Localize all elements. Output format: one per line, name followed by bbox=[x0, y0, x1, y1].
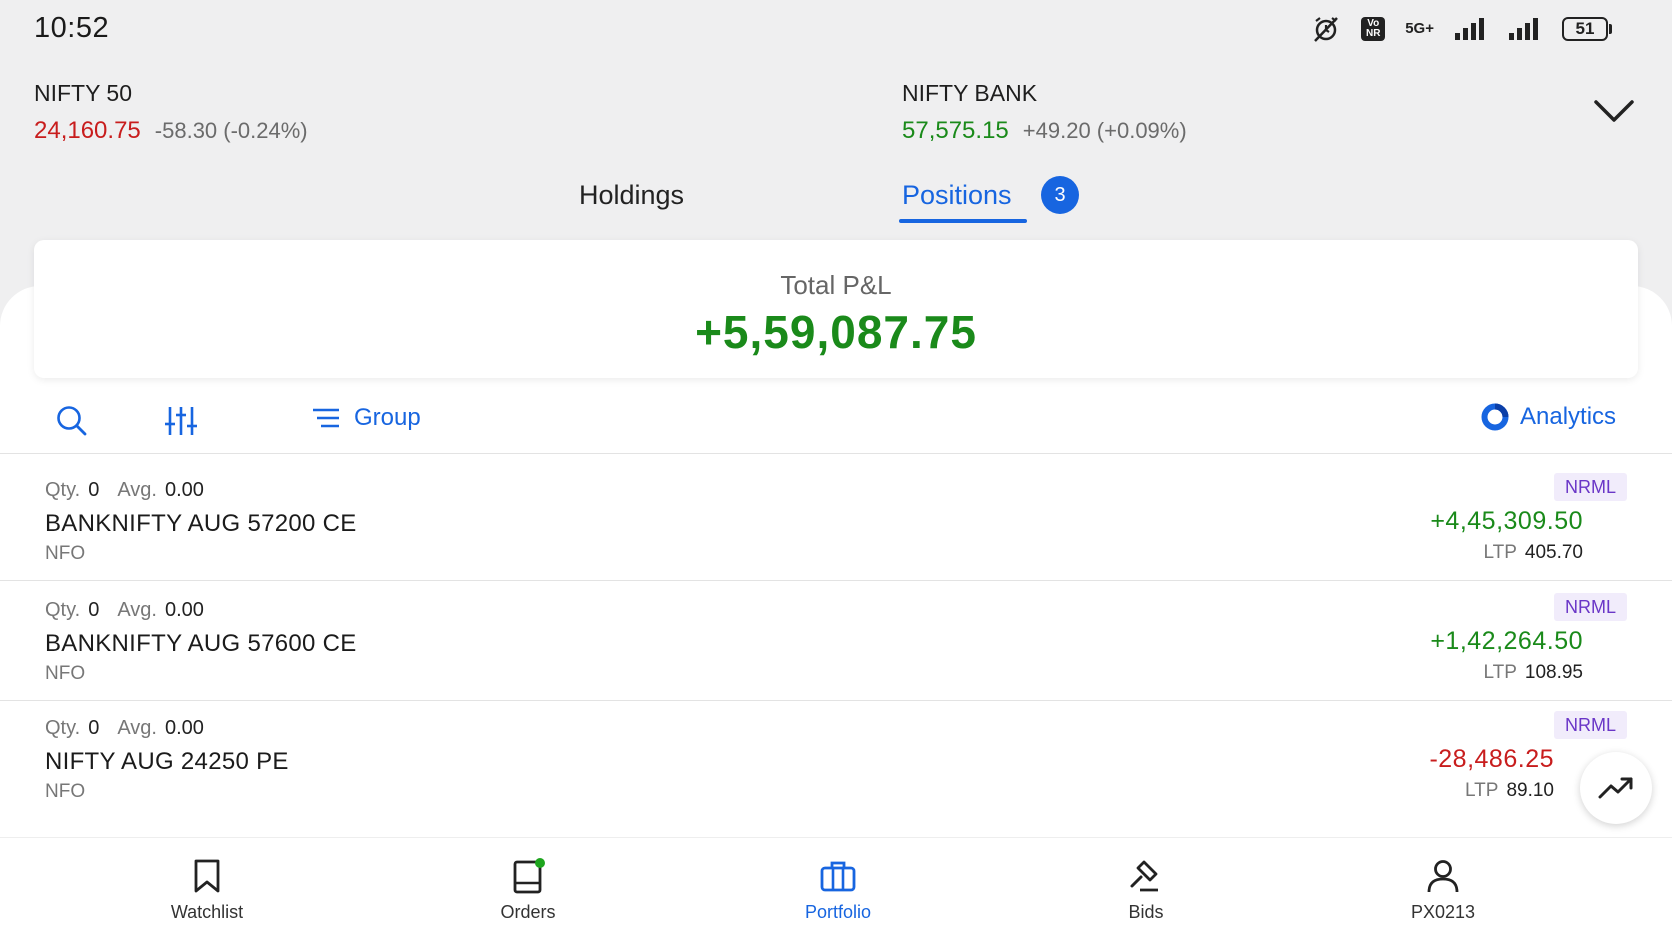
position-instrument: BANKNIFTY AUG 57600 CE bbox=[45, 630, 357, 657]
positions-toolbar: Group Analytics bbox=[0, 394, 1672, 454]
nav-profile[interactable]: PX0213 bbox=[1363, 858, 1523, 923]
tab-holdings[interactable]: Holdings bbox=[579, 180, 684, 211]
signal-icon bbox=[1455, 18, 1484, 40]
position-exchange: NFO bbox=[45, 543, 86, 564]
trend-fab-button[interactable] bbox=[1580, 752, 1652, 824]
nav-label: Watchlist bbox=[170, 902, 244, 922]
signal-icon-2 bbox=[1509, 18, 1538, 40]
total-pnl-label: Total P&L bbox=[780, 270, 892, 300]
position-pnl: +1,42,264.50 bbox=[1430, 627, 1583, 655]
index-nifty-50[interactable]: NIFTY 50 24,160.75 -58.30 (-0.24%) bbox=[34, 80, 308, 145]
total-pnl-card: Total P&L +5,59,087.75 bbox=[34, 240, 1638, 378]
position-meta: Qty. 0 Avg. 0.00 bbox=[45, 599, 204, 621]
index-change: -58.30 (-0.24%) bbox=[154, 118, 308, 143]
position-exchange: NFO bbox=[45, 781, 86, 802]
position-pnl: -28,486.25 bbox=[1429, 745, 1554, 773]
product-tag: NRML bbox=[1553, 711, 1627, 739]
battery-icon: 51 bbox=[1562, 17, 1612, 41]
nav-label: PX0213 bbox=[1410, 902, 1476, 922]
position-ltp: LTP 89.10 bbox=[1465, 780, 1554, 801]
index-name: NIFTY BANK bbox=[902, 80, 1038, 106]
status-bar: 10:52 Vo NR 5G+ 51 bbox=[0, 0, 1672, 58]
analytics-ring-icon bbox=[1481, 403, 1509, 431]
analytics-button[interactable]: Analytics bbox=[1480, 402, 1616, 432]
position-row[interactable]: Qty. 0 Avg. 0.00 BANKNIFTY AUG 57200 CE NFO… bbox=[0, 455, 1672, 581]
nav-label: Portfolio bbox=[804, 902, 872, 922]
gavel-icon bbox=[1130, 860, 1158, 892]
nav-portfolio[interactable]: Portfolio bbox=[758, 858, 918, 923]
position-pnl: +4,45,309.50 bbox=[1430, 507, 1583, 535]
nav-watchlist[interactable]: Watchlist bbox=[127, 858, 287, 923]
position-ltp: LTP 108.95 bbox=[1483, 662, 1583, 683]
analytics-label: Analytics bbox=[1520, 403, 1617, 430]
bottom-navigation: Watchlist Orders Portfolio Bids PX0213 bbox=[0, 837, 1672, 941]
nav-bids[interactable]: Bids bbox=[1066, 858, 1226, 923]
product-tag: NRML bbox=[1553, 473, 1627, 501]
trending-up-icon bbox=[1598, 777, 1633, 799]
position-meta: Qty. 0 Avg. 0.00 bbox=[45, 479, 204, 501]
tab-positions[interactable]: Positions bbox=[902, 180, 1012, 211]
active-tab-indicator bbox=[899, 219, 1027, 223]
chevron-down-icon[interactable] bbox=[1592, 96, 1636, 126]
nav-label: Bids bbox=[1128, 902, 1164, 922]
filter-sliders-icon[interactable] bbox=[164, 404, 198, 438]
position-instrument: NIFTY AUG 24250 PE bbox=[45, 748, 289, 775]
total-pnl-value: +5,59,087.75 bbox=[695, 306, 977, 358]
index-name: NIFTY 50 bbox=[34, 80, 132, 106]
volte-icon: Vo NR bbox=[1361, 17, 1386, 41]
portfolio-tabs: Holdings Positions 3 bbox=[0, 176, 1672, 224]
list-icon bbox=[313, 408, 339, 428]
nav-label: Orders bbox=[500, 902, 556, 922]
orders-book-icon bbox=[513, 858, 545, 894]
nav-orders[interactable]: Orders bbox=[448, 858, 608, 923]
briefcase-icon bbox=[820, 861, 856, 892]
status-time: 10:52 bbox=[34, 12, 110, 44]
product-tag: NRML bbox=[1553, 593, 1627, 621]
search-icon[interactable] bbox=[56, 404, 88, 438]
network-type: 5G+ bbox=[1405, 20, 1434, 37]
positions-count-badge: 3 bbox=[1041, 176, 1079, 214]
group-button[interactable]: Group bbox=[312, 404, 421, 432]
position-instrument: BANKNIFTY AUG 57200 CE bbox=[45, 510, 357, 537]
position-row[interactable]: Qty. 0 Avg. 0.00 NIFTY AUG 24250 PE NFO NRM… bbox=[0, 701, 1672, 837]
position-meta: Qty. 0 Avg. 0.00 bbox=[45, 717, 204, 739]
status-icons: Vo NR 5G+ 51 bbox=[1311, 14, 1612, 44]
position-ltp: LTP 405.70 bbox=[1483, 542, 1583, 563]
index-change: +49.20 (+0.09%) bbox=[1022, 118, 1187, 143]
index-price: 57,575.15 bbox=[902, 117, 1009, 144]
user-icon bbox=[1427, 860, 1459, 893]
position-row[interactable]: Qty. 0 Avg. 0.00 BANKNIFTY AUG 57600 CE NFO… bbox=[0, 581, 1672, 701]
index-nifty-bank[interactable]: NIFTY BANK 57,575.15 +49.20 (+0.09%) bbox=[902, 80, 1187, 145]
bookmark-icon bbox=[194, 859, 220, 893]
alarm-off-icon bbox=[1314, 17, 1339, 42]
position-exchange: NFO bbox=[45, 663, 86, 684]
index-price: 24,160.75 bbox=[34, 117, 141, 144]
group-label: Group bbox=[354, 404, 421, 431]
